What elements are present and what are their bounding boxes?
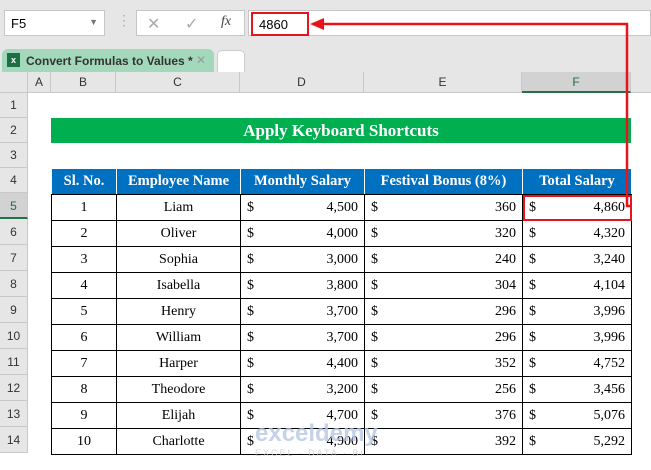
arrow-head-icon [310, 18, 324, 30]
arrow-annotation [310, 18, 631, 208]
arrow-line [322, 22, 631, 208]
